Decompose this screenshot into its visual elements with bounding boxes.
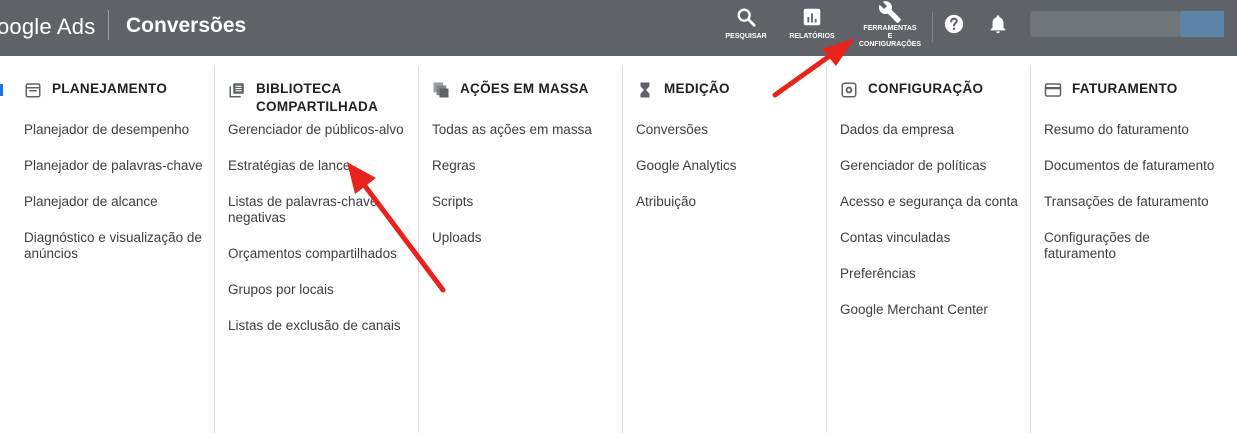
menu-item-placement-exclusion-lists[interactable]: Listas de exclusão de canais — [228, 318, 408, 334]
wrench-icon — [878, 1, 901, 24]
menu-column-configuracao: CONFIGURAÇÃO Dados da empresa Gerenciado… — [826, 66, 1031, 433]
menu-item-google-merchant-center[interactable]: Google Merchant Center — [840, 302, 1020, 318]
menu-item-performance-planner[interactable]: Planejador de desempenho — [24, 122, 204, 138]
hourglass-icon — [640, 82, 650, 98]
menu-item-all-bulk-actions[interactable]: Todas as ações em massa — [432, 122, 612, 138]
menu-column-acoes-em-massa: AÇÕES EM MASSA Todas as ações em massa R… — [418, 66, 623, 433]
column-items: Planejador de desempenho Planejador de p… — [24, 122, 204, 282]
toolbar-divider — [932, 12, 933, 42]
account-switcher-blurred[interactable] — [1030, 11, 1180, 37]
tools-label-line-2: E — [887, 33, 893, 40]
menu-item-linked-accounts[interactable]: Contas vinculadas — [840, 230, 1020, 246]
menu-item-google-analytics[interactable]: Google Analytics — [636, 158, 816, 174]
column-title: BIBLIOTECA COMPARTILHADA — [256, 81, 379, 114]
column-title: AÇÕES EM MASSA — [460, 81, 589, 96]
column-header: PLANEJAMENTO — [24, 80, 202, 99]
left-edge-link-fragment — [0, 84, 3, 96]
column-items: Conversões Google Analytics Atribuição — [636, 122, 816, 230]
column-header: AÇÕES EM MASSA — [432, 80, 610, 99]
menu-item-ad-preview[interactable]: Diagnóstico e visualização de anúncios — [24, 230, 204, 262]
menu-item-reach-planner[interactable]: Planejador de alcance — [24, 194, 204, 210]
page-title: Conversões — [126, 14, 247, 37]
menu-item-billing-summary[interactable]: Resumo do faturamento — [1044, 122, 1224, 138]
column-items: Gerenciador de públicos-alvo Estratégias… — [228, 122, 408, 354]
help-icon — [944, 14, 964, 34]
menu-item-location-groups[interactable]: Grupos por locais — [228, 282, 408, 298]
menu-item-negative-keyword-lists[interactable]: Listas de palavras-chave negativas — [228, 194, 408, 226]
tools-label: FERRAMENTAS E CONFIGURAÇÕES — [852, 25, 928, 49]
product-logo[interactable]: oogle Ads — [0, 14, 95, 40]
library-icon — [229, 83, 244, 98]
column-items: Todas as ações em massa Regras Scripts U… — [432, 122, 612, 266]
menu-item-billing-settings[interactable]: Configurações de faturamento — [1044, 230, 1224, 262]
menu-item-audience-manager[interactable]: Gerenciador de públicos-alvo — [228, 122, 408, 138]
tools-label-line-1: FERRAMENTAS — [863, 25, 917, 32]
calendar-icon — [25, 83, 41, 98]
menu-column-planejamento: PLANEJAMENTO Planejador de desempenho Pl… — [10, 66, 215, 433]
search-icon — [737, 8, 756, 27]
menu-item-bid-strategies[interactable]: Estratégias de lance — [228, 158, 408, 174]
menu-item-rules[interactable]: Regras — [432, 158, 612, 174]
tools-and-settings-button[interactable]: FERRAMENTAS E CONFIGURAÇÕES — [852, 0, 928, 49]
menu-item-scripts[interactable]: Scripts — [432, 194, 612, 210]
column-items: Dados da empresa Gerenciador de política… — [840, 122, 1020, 338]
menu-item-uploads[interactable]: Uploads — [432, 230, 612, 246]
credit-card-icon — [1044, 83, 1062, 97]
reports-button[interactable]: RELATÓRIOS — [784, 6, 840, 41]
menu-item-keyword-planner[interactable]: Planejador de palavras-chave — [24, 158, 204, 174]
column-title: PLANEJAMENTO — [52, 81, 168, 96]
menu-item-shared-budgets[interactable]: Orçamentos compartilhados — [228, 246, 408, 262]
menu-item-preferences[interactable]: Preferências — [840, 266, 1020, 282]
top-app-bar: oogle Ads Conversões PESQUISAR RELATÓRIO… — [0, 0, 1237, 56]
menu-column-medicao: MEDIÇÃO Conversões Google Analytics Atri… — [622, 66, 827, 433]
column-title: FATURAMENTO — [1072, 81, 1178, 96]
search-label: PESQUISAR — [725, 33, 767, 40]
menu-column-faturamento: FATURAMENTO Resumo do faturamento Docume… — [1030, 66, 1234, 433]
header-divider — [108, 10, 109, 40]
menu-item-billing-transactions[interactable]: Transações de faturamento — [1044, 194, 1224, 210]
column-header: CONFIGURAÇÃO — [840, 80, 1018, 99]
column-items: Resumo do faturamento Documentos de fatu… — [1044, 122, 1224, 282]
column-header: BIBLIOTECA COMPARTILHADA — [228, 80, 406, 116]
search-button[interactable]: PESQUISAR — [720, 6, 772, 41]
menu-item-business-data[interactable]: Dados da empresa — [840, 122, 1020, 138]
tools-menu-panel: PLANEJAMENTO Planejador de desempenho Pl… — [10, 56, 1237, 433]
help-button[interactable] — [942, 13, 966, 35]
column-title: CONFIGURAÇÃO — [868, 81, 984, 96]
menu-item-policy-manager[interactable]: Gerenciador de políticas — [840, 158, 1020, 174]
copy-stack-icon — [433, 82, 449, 98]
column-header: MEDIÇÃO — [636, 80, 814, 99]
bell-icon — [990, 15, 1006, 34]
menu-item-conversions[interactable]: Conversões — [636, 122, 816, 138]
menu-item-billing-documents[interactable]: Documentos de faturamento — [1044, 158, 1224, 174]
menu-item-attribution[interactable]: Atribuição — [636, 194, 816, 210]
settings-icon — [841, 82, 857, 98]
column-title: MEDIÇÃO — [664, 81, 730, 96]
notifications-button[interactable] — [986, 13, 1010, 35]
tools-label-line-3: CONFIGURAÇÕES — [858, 41, 922, 48]
menu-item-access-and-security[interactable]: Acesso e segurança da conta — [840, 194, 1020, 210]
reports-label: RELATÓRIOS — [789, 33, 835, 40]
account-avatar-blurred[interactable] — [1180, 11, 1224, 37]
column-header: FATURAMENTO — [1044, 80, 1222, 99]
bar-chart-icon — [803, 8, 821, 26]
menu-column-biblioteca: BIBLIOTECA COMPARTILHADA Gerenciador de … — [214, 66, 419, 433]
